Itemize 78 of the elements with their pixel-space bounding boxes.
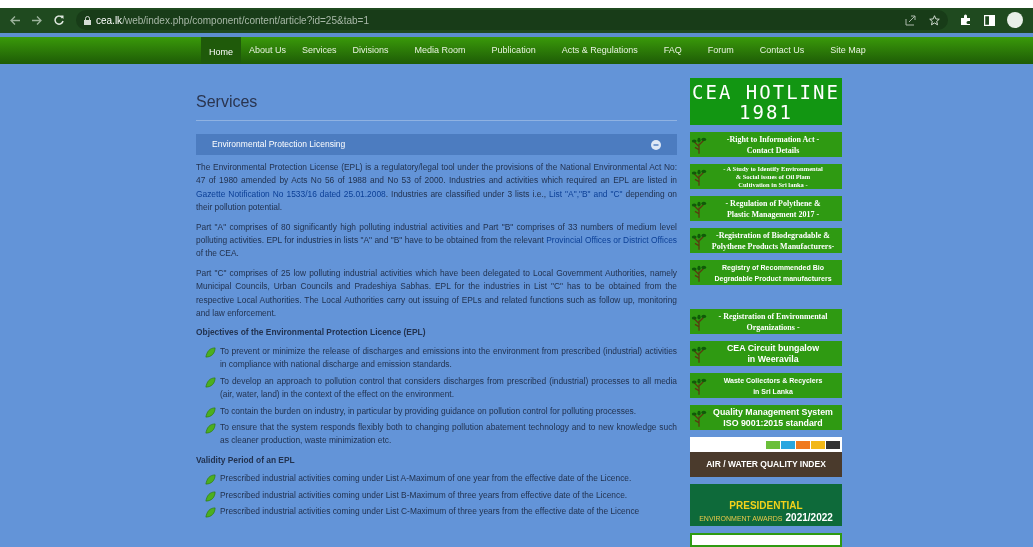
- leaf-icon: [205, 506, 216, 518]
- color-tile: [766, 440, 780, 449]
- color-tile: [781, 440, 795, 449]
- link-banner[interactable]: CEA Circuit bungalow in Weeravila: [690, 341, 842, 366]
- star-icon[interactable]: [929, 14, 940, 26]
- lock-icon: [84, 15, 91, 25]
- banner-text: AIR / WATER QUALITY INDEX: [706, 458, 826, 471]
- banner-text: ISO 9001:2015 standard: [723, 417, 823, 429]
- banner-text: Polythene Products Manufacturers-: [711, 240, 835, 252]
- nav-link[interactable]: Contact Us: [751, 36, 813, 64]
- text-link[interactable]: List "A","B" and "C": [549, 188, 623, 199]
- list-item-text: Prescribed industrial activities coming under List B-Maximum of three years from effective date of the Licence.: [220, 488, 629, 502]
- leaf-icon: [205, 376, 216, 388]
- collapse-icon: [651, 139, 661, 150]
- back-icon[interactable]: [10, 15, 20, 25]
- text-link[interactable]: Provincial Offices or District Offices: [546, 235, 677, 246]
- leaf-icon: [205, 474, 216, 486]
- leaf-icon: [205, 406, 216, 418]
- puzzle-icon[interactable]: [960, 14, 972, 27]
- list-item-text: Prescribed industrial activities coming under List C-Maximum of three years from the effective date of the Licence: [220, 504, 641, 518]
- nav-link[interactable]: Publication: [483, 36, 544, 64]
- banner-image[interactable]: [690, 533, 842, 547]
- address-bar[interactable]: cea.lk/web/index.php/component/content/article?id=25&tab=1: [76, 10, 948, 31]
- nav-link[interactable]: Forum: [699, 36, 742, 64]
- page-title: Services: [196, 78, 677, 121]
- reload-icon[interactable]: [54, 15, 64, 26]
- nav-link[interactable]: About Us: [241, 36, 295, 64]
- nav-link[interactable]: Acts & Regulations: [553, 36, 646, 64]
- banner-text: Quality Management System: [713, 406, 833, 418]
- sidebar-icon[interactable]: [984, 14, 995, 26]
- link-banner[interactable]: Quality Management System ISO 9001:2015 standard: [690, 405, 842, 430]
- section-heading: Objectives of the Environmental Protection Licence (EPL): [196, 326, 427, 340]
- link-banner[interactable]: -Right to Information Act - Contact Details: [690, 132, 842, 157]
- leaf-icon: [205, 422, 216, 434]
- banner-text: in Weeravila: [747, 353, 799, 365]
- air-quality-banner[interactable]: AIR / WATER QUALITY INDEX: [690, 437, 842, 477]
- section-heading: Validity Period of an EPL: [196, 453, 296, 467]
- leaf-icon: [205, 490, 216, 502]
- banner-text: - Regulation of Polythene &: [725, 197, 821, 209]
- color-tile: [826, 440, 840, 449]
- banner-text: Contact Details: [746, 144, 800, 156]
- banner-text: CEA Circuit bungalow: [726, 342, 819, 354]
- hotline-text: 1981: [739, 101, 793, 122]
- avatar-icon[interactable]: [1007, 12, 1023, 29]
- text-link[interactable]: Gazette Notification No 1533/16 dated 25.01.2008: [196, 188, 386, 199]
- color-tile: [796, 440, 810, 449]
- banner-text: PRESIDENTIAL: [729, 499, 803, 512]
- body-paragraph: Part "A" comprises of 80 significantly high polluting industrial activities and Part "B" comprises of 33 numbers of medium level polluting activities. EPL for industries in lists "A" and "B" have to be obtained from the relevant Provincial Offices or District Offices of the CEA.: [196, 220, 677, 261]
- hotline-banner[interactable]: CEA HOTLINE 1981: [690, 78, 842, 125]
- link-banner[interactable]: - Regulation of Polythene & Plastic Management 2017 -: [690, 196, 842, 221]
- accordion-header[interactable]: Environmental Protection Licensing: [196, 134, 677, 155]
- link-banner[interactable]: -Registration of Biodegradable & Polythene Products Manufacturers-: [690, 228, 842, 253]
- banner-text: -Right to Information Act -: [726, 133, 820, 145]
- nav-link[interactable]: Home: [201, 36, 241, 64]
- share-icon[interactable]: [905, 14, 916, 26]
- color-tile: [811, 440, 825, 449]
- banner-text: Organizations -: [746, 321, 800, 333]
- banner-text: -Registration of Biodegradable &: [716, 229, 830, 241]
- body-paragraph: The Environmental Protection License (EPL) is a regulatory/legal tool under the provisions of the National Environmental Act No: 47 of 1980 amended by Acts No 56 of 1988 and No 53 of 2000. Industries and activities which required an EPL are listed in Gazette Notification No 1533/16 dated 25.01.2008. Industries are classified under 3 lists i.e., List "A","B" and "C" depending on their pollution potential.: [196, 161, 677, 215]
- banner-text: Plastic Management 2017 -: [726, 208, 820, 220]
- nav-link[interactable]: Services: [294, 36, 345, 64]
- forward-icon[interactable]: [32, 15, 42, 25]
- banner-text: 2021/2022: [785, 511, 833, 524]
- list-item-text: To ensure that the system responds flexibly both to changing pollution abatement technology and to new knowledge such as cleaner production, waste minimization etc.: [220, 420, 677, 448]
- leaf-icon: [205, 346, 216, 358]
- nav-link[interactable]: Media Room: [406, 36, 474, 64]
- list-item-text: To prevent or minimize the release of discharges and emissions into the environment from prescribed (industrial) activities in compliance with national discharge and emission standards.: [220, 344, 677, 372]
- hotline-text: CEA HOTLINE: [692, 81, 840, 102]
- banner-text: - Registration of Environmental: [718, 310, 828, 322]
- nav-link[interactable]: Divisions: [344, 36, 397, 64]
- list-item-text: Prescribed industrial activities coming under List A-Maximum of one year from the effective date of the Licence.: [220, 472, 633, 486]
- body-paragraph: Part "C" comprises of 25 low polluting industrial activities which have been delegated to Local Government Authorities, namely Municipal Councils, Urban Councils and Pradeshiya Sabhas. EPL for the industries in List "C" has to be obtained from the respective Local Authorities. The Local Authorities carry out issuing of EPLs and related functions such as follow up, monitoring and law enforcement.: [196, 266, 677, 321]
- list-item-text: To contain the burden on industry, in particular by providing guidance on pollution control for polluting processes.: [220, 404, 638, 418]
- nav-link[interactable]: Site Map: [822, 36, 874, 64]
- list-item-text: To develop an approach to pollution control that considers discharges from prescribed (industrial) processes to all media (air, water, land) in the context of the effect on the environment.: [220, 374, 677, 402]
- url-text: cea.lk/web/index.php/component/content/article?id=25&tab=1: [96, 13, 369, 28]
- nav-link[interactable]: FAQ: [655, 36, 690, 64]
- link-banner[interactable]: - Registration of Environmental Organizations -: [690, 309, 842, 334]
